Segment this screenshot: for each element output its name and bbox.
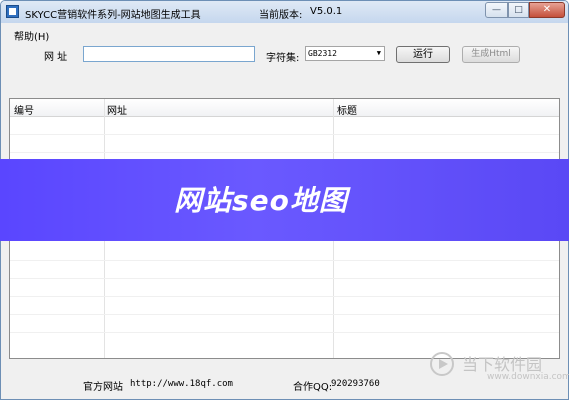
window-title: SKYCC营销软件系列-网站地图生成工具	[25, 10, 201, 21]
title-bar[interactable]: SKYCC营销软件系列-网站地图生成工具 当前版本: V5.0.1 — □ ✕	[1, 1, 568, 23]
watermark-url: www.downxia.com	[487, 372, 569, 382]
column-header-id[interactable]: 编号	[14, 102, 34, 117]
maximize-button[interactable]: □	[508, 2, 529, 18]
row-gridline	[10, 332, 559, 333]
column-header-url[interactable]: 网址	[107, 102, 127, 117]
row-gridline	[10, 134, 559, 135]
watermark-logo-icon	[430, 352, 454, 376]
official-site-label: 官方网站	[83, 382, 123, 393]
row-gridline	[10, 152, 559, 153]
charset-select[interactable]: GB2312 ▼	[305, 46, 385, 61]
menu-help[interactable]: 帮助(H)	[14, 28, 49, 43]
url-input[interactable]	[83, 46, 255, 62]
column-header-title[interactable]: 标题	[337, 102, 357, 117]
chevron-down-icon[interactable]: ▼	[377, 47, 381, 60]
row-gridline	[10, 314, 559, 315]
generate-html-button[interactable]: 生成Html	[462, 46, 520, 63]
url-label: 网 址	[44, 52, 68, 63]
row-gridline	[10, 278, 559, 279]
official-site-link[interactable]: http://www.18qf.com	[130, 379, 233, 389]
app-icon	[6, 5, 19, 18]
version-value: V5.0.1	[310, 6, 343, 17]
charset-value: GB2312	[308, 49, 337, 58]
qq-number: 920293760	[331, 379, 380, 389]
minimize-button[interactable]: —	[485, 2, 508, 18]
close-button[interactable]: ✕	[529, 2, 565, 18]
menu-bar	[1, 23, 568, 41]
banner-title: 网站seo地图	[174, 184, 348, 217]
row-gridline	[10, 296, 559, 297]
run-button[interactable]: 运行	[396, 46, 450, 63]
row-gridline	[10, 260, 559, 261]
table-header: 编号 网址 标题	[10, 99, 559, 117]
version-label: 当前版本:	[259, 10, 303, 21]
charset-label: 字符集:	[266, 53, 300, 64]
qq-label: 合作QQ:	[293, 382, 333, 393]
